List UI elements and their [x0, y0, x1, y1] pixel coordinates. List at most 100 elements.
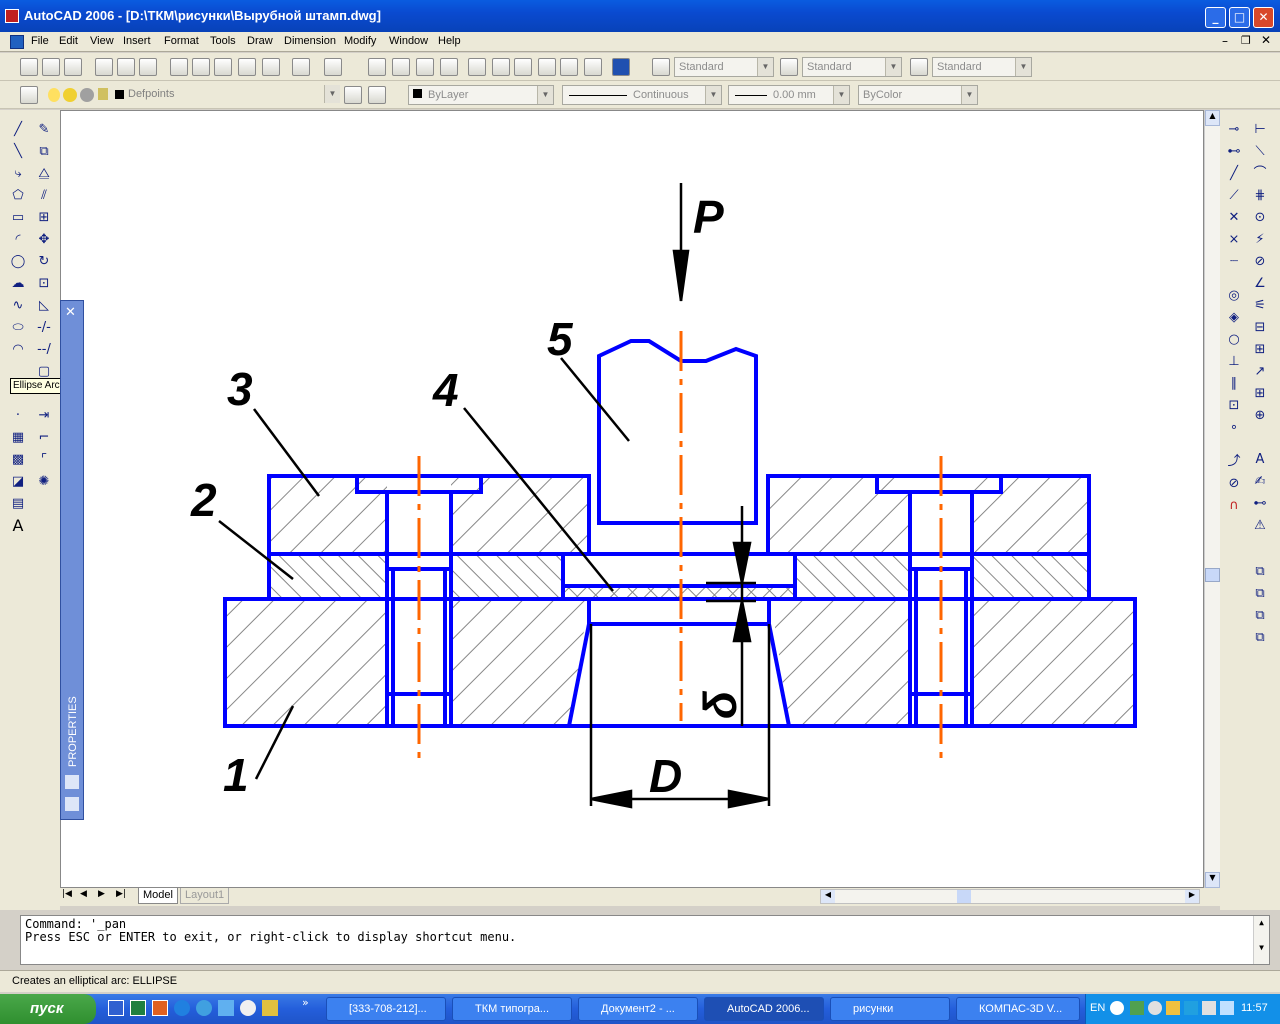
move-icon[interactable]: ✥ — [34, 230, 54, 250]
baseline-dim-icon[interactable]: ⊟ — [1250, 318, 1270, 338]
quicklaunch-excel-icon[interactable] — [130, 1000, 146, 1016]
snap-extension-icon[interactable]: ┈ — [1224, 252, 1244, 272]
bring-above-icon[interactable]: ⧉ — [1250, 606, 1270, 626]
dim-edit-icon[interactable]: A — [1250, 450, 1270, 470]
polygon-icon[interactable]: ⬠ — [8, 186, 28, 206]
command-scrollbar[interactable]: ▲ ▼ — [1253, 916, 1269, 964]
send-under-icon[interactable]: ⧉ — [1250, 628, 1270, 648]
tab-nav-first-icon[interactable]: |◀ — [62, 889, 72, 899]
gradient-icon[interactable]: ▩ — [8, 450, 28, 470]
chamfer-icon[interactable]: ⌐ — [34, 428, 54, 448]
menu-insert[interactable]: Insert — [123, 35, 151, 47]
snap-tangent-icon[interactable]: ○ — [1224, 330, 1244, 350]
temp-tracking-icon[interactable]: ⊸ — [1224, 120, 1244, 140]
snap-from-icon[interactable]: ⊷ — [1224, 142, 1244, 162]
dim-update-icon[interactable]: ⊷ — [1250, 494, 1270, 514]
sheet-set-icon[interactable] — [538, 58, 556, 76]
minimize-button[interactable]: _ — [1205, 7, 1226, 28]
line-icon[interactable]: ╱ — [8, 120, 28, 140]
layer-manager-icon[interactable] — [20, 86, 38, 104]
tray-app1-icon[interactable] — [1130, 1001, 1144, 1015]
task-button-3[interactable]: Документ2 - ... — [578, 997, 698, 1021]
snap-none-icon[interactable]: ⊘ — [1224, 474, 1244, 494]
snap-node-icon[interactable]: ∘ — [1224, 418, 1244, 438]
auto-hide-icon[interactable] — [65, 775, 79, 789]
drawing-canvas[interactable]: P 5 4 3 2 1 D δ — [60, 110, 1204, 888]
lineweight-select[interactable]: 0.00 mm ▼ — [728, 85, 850, 105]
quicklaunch-app-icon[interactable] — [218, 1000, 234, 1016]
quicklaunch-browser-icon[interactable] — [196, 1000, 212, 1016]
tab-nav-prev-icon[interactable]: ◀ — [80, 889, 87, 899]
snap-insert-icon[interactable]: ⊡ — [1224, 396, 1244, 416]
scroll-up-icon[interactable]: ▲ — [1205, 110, 1220, 126]
quicklaunch-word-icon[interactable] — [108, 1000, 124, 1016]
snap-apparent-intersection-icon[interactable]: ⨯ — [1224, 230, 1244, 250]
ellipse-arc-icon[interactable]: ◠ — [8, 340, 28, 360]
scroll-down-icon[interactable]: ▼ — [1205, 872, 1220, 888]
paste-icon[interactable] — [214, 58, 232, 76]
doc-minimize-icon[interactable]: – — [1222, 34, 1228, 48]
quicklaunch-powerpoint-icon[interactable] — [152, 1000, 168, 1016]
trim-icon[interactable]: -/- — [34, 318, 54, 338]
doc-restore-icon[interactable]: ❐ — [1241, 34, 1251, 47]
color-select[interactable]: ByLayer ▼ — [408, 85, 554, 105]
rectangle-icon[interactable]: ▭ — [8, 208, 28, 228]
continue-dim-icon[interactable]: ⊞ — [1250, 340, 1270, 360]
task-button-kompas[interactable]: КОМПАС-3D V... — [956, 997, 1080, 1021]
start-button[interactable]: пуск — [0, 994, 96, 1024]
doc-close-icon[interactable]: ✕ — [1261, 33, 1271, 47]
save-icon[interactable] — [64, 58, 82, 76]
menu-tools[interactable]: Tools — [210, 35, 236, 47]
plotstyle-select[interactable]: ByColor ▼ — [858, 85, 978, 105]
hscroll-thumb[interactable] — [957, 890, 971, 903]
help-icon[interactable] — [612, 58, 630, 76]
revision-cloud-icon[interactable]: ☁ — [8, 274, 28, 294]
menu-modify[interactable]: Modify — [344, 35, 376, 47]
close-button[interactable]: ✕ — [1253, 7, 1274, 28]
aligned-dim-icon[interactable]: ⟍ — [1250, 142, 1270, 162]
menu-dimension[interactable]: Dimension — [284, 35, 336, 47]
fillet-icon[interactable]: ⌜ — [34, 450, 54, 470]
dim-style-icon[interactable] — [780, 58, 798, 76]
linetype-select[interactable]: Continuous ▼ — [562, 85, 722, 105]
hscroll-left-icon[interactable]: ◀ — [821, 890, 835, 903]
quick-leader-icon[interactable]: ↗ — [1250, 362, 1270, 382]
pan-icon[interactable] — [368, 58, 386, 76]
stretch-icon[interactable]: ◺ — [34, 296, 54, 316]
offset-icon[interactable]: ⫽ — [34, 186, 54, 206]
layer-thaw-sun-icon[interactable] — [63, 88, 77, 102]
undo-icon[interactable] — [292, 58, 310, 76]
new-icon[interactable] — [20, 58, 38, 76]
menu-edit[interactable]: Edit — [59, 35, 78, 47]
vertical-scrollbar[interactable]: ▲ ▼ — [1204, 110, 1220, 888]
snap-midpoint-icon[interactable]: ⟋ — [1224, 186, 1244, 206]
maximize-button[interactable]: □ — [1229, 7, 1250, 28]
tray-network-icon[interactable] — [1184, 1001, 1198, 1015]
snap-perpendicular-icon[interactable]: ⊥ — [1224, 352, 1244, 372]
diameter-dim-icon[interactable]: ⊘ — [1250, 252, 1270, 272]
hscroll-right-icon[interactable]: ▶ — [1185, 890, 1199, 903]
dim-text-edit-icon[interactable]: ✍ — [1250, 472, 1270, 492]
layer-previous-icon[interactable] — [368, 86, 386, 104]
properties-palette[interactable]: ✕ PROPERTIES — [60, 300, 84, 820]
table-icon[interactable]: ▤ — [8, 494, 28, 514]
snap-endpoint-icon[interactable]: ╱ — [1224, 164, 1244, 184]
properties-icon[interactable] — [468, 58, 486, 76]
palette-menu-icon[interactable] — [65, 797, 79, 811]
erase-icon[interactable]: ✎ — [34, 120, 54, 140]
horizontal-scrollbar[interactable]: ◀ ▶ — [820, 889, 1200, 904]
draw-order-back-icon[interactable]: ⧉ — [1250, 584, 1270, 604]
ordinate-dim-icon[interactable]: ⋕ — [1250, 186, 1270, 206]
menu-view[interactable]: View — [90, 35, 114, 47]
tab-layout1[interactable]: Layout1 — [180, 888, 230, 904]
tab-model[interactable]: Model — [138, 888, 178, 904]
ellipse-icon[interactable]: ⬭ — [8, 318, 28, 338]
tab-nav-next-icon[interactable]: ▶ — [98, 889, 105, 899]
join-icon[interactable]: ⇥ — [34, 406, 54, 426]
text-style-select[interactable]: Standard ▼ — [674, 57, 774, 77]
polyline-icon[interactable]: ⤷ — [8, 164, 28, 184]
copy-icon[interactable] — [192, 58, 210, 76]
quicklaunch-media-icon[interactable] — [240, 1000, 256, 1016]
multiline-text-icon[interactable]: A — [8, 516, 28, 536]
copy-object-icon[interactable]: ⧉ — [34, 142, 54, 162]
